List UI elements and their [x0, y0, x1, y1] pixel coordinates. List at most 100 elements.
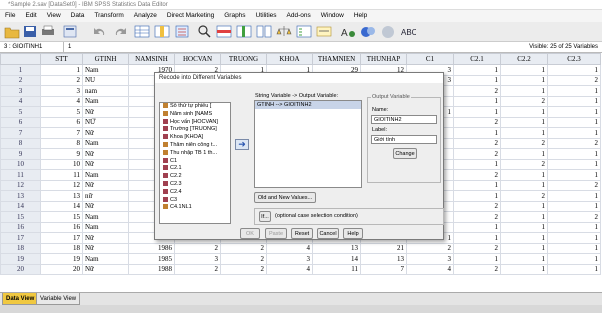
table-cell[interactable]: 1	[547, 158, 601, 170]
table-cell[interactable]: 1	[547, 232, 601, 244]
table-cell[interactable]: 13	[360, 253, 407, 265]
table-cell[interactable]: 1	[500, 253, 548, 265]
table-cell[interactable]: 1986	[128, 242, 175, 254]
mapping-list[interactable]: GTINH --> GIOITINH2	[254, 100, 362, 188]
table-cell[interactable]: 1	[453, 190, 501, 202]
table-cell[interactable]: 1	[500, 242, 548, 254]
table-cell[interactable]: 4	[266, 242, 313, 254]
undo-icon[interactable]	[92, 24, 108, 39]
table-cell[interactable]: 1	[547, 263, 601, 275]
menu-edit[interactable]: Edit	[20, 10, 41, 22]
table-cell[interactable]: 2	[406, 242, 454, 254]
table-cell[interactable]: 1985	[128, 253, 175, 265]
variable-list-item[interactable]: C2.3	[160, 181, 230, 189]
table-cell[interactable]: 4	[406, 263, 454, 275]
table-cell[interactable]: nam	[82, 85, 129, 97]
print-icon[interactable]	[40, 24, 56, 39]
table-cell[interactable]: 2	[500, 95, 548, 107]
table-cell[interactable]: 1	[500, 116, 548, 128]
table-cell[interactable]: NỮ	[82, 116, 129, 128]
table-cell[interactable]: nữ	[82, 190, 129, 202]
variable-list-item[interactable]: C2.1	[160, 165, 230, 173]
table-cell[interactable]: 2	[174, 263, 221, 275]
table-cell[interactable]: Nữ	[82, 232, 129, 244]
table-cell[interactable]: 2	[220, 242, 267, 254]
table-cell[interactable]: 1	[547, 148, 601, 160]
table-cell[interactable]: 2	[547, 74, 601, 86]
open-folder-icon[interactable]	[4, 24, 20, 39]
table-cell[interactable]: 1	[453, 232, 501, 244]
table-cell[interactable]: 1	[500, 85, 548, 97]
table-cell[interactable]: 1	[547, 242, 601, 254]
menu-add-ons[interactable]: Add-ons	[282, 10, 316, 22]
save-icon[interactable]	[22, 24, 38, 39]
table-cell[interactable]: 1	[500, 148, 548, 160]
goto-variable-icon[interactable]	[154, 24, 170, 39]
table-cell[interactable]: Nữ	[82, 158, 129, 170]
table-cell[interactable]: 1	[500, 64, 548, 76]
column-header[interactable]: KHOA	[266, 53, 313, 65]
menu-utilities[interactable]: Utilities	[251, 10, 282, 22]
table-cell[interactable]: 1	[453, 106, 501, 118]
table-cell[interactable]: Nữ	[82, 179, 129, 191]
table-cell[interactable]: 1	[453, 95, 501, 107]
table-cell[interactable]: 2	[453, 200, 501, 212]
variable-list-item[interactable]: C4.1NL1	[160, 204, 230, 212]
table-cell[interactable]: 13	[40, 190, 83, 202]
table-cell[interactable]: 2	[500, 190, 548, 202]
table-cell[interactable]: 2	[500, 158, 548, 170]
menu-transform[interactable]: Transform	[89, 10, 128, 22]
table-cell[interactable]: 1	[500, 232, 548, 244]
table-cell[interactable]: Nữ	[82, 106, 129, 118]
table-cell[interactable]: 6	[40, 116, 83, 128]
variables-icon[interactable]	[174, 24, 190, 39]
spelling-icon[interactable]: ABC	[400, 24, 416, 39]
table-cell[interactable]: 12	[40, 179, 83, 191]
table-cell[interactable]: 11	[312, 263, 361, 275]
row-number[interactable]: 1	[0, 64, 41, 76]
table-cell[interactable]: 15	[40, 211, 83, 223]
table-cell[interactable]: Nam	[82, 64, 129, 76]
dialog-recall-icon[interactable]	[62, 24, 78, 39]
table-cell[interactable]: 19	[40, 253, 83, 265]
table-cell[interactable]: 1	[547, 200, 601, 212]
variable-list-item[interactable]: Năm sinh [NAMS	[160, 111, 230, 119]
table-cell[interactable]: Nam	[82, 137, 129, 149]
table-cell[interactable]: 7	[360, 263, 407, 275]
table-cell[interactable]: 10	[40, 158, 83, 170]
table-cell[interactable]: 1	[453, 253, 501, 265]
table-cell[interactable]: NU	[82, 74, 129, 86]
table-cell[interactable]: 2	[220, 263, 267, 275]
table-cell[interactable]: 11	[40, 169, 83, 181]
table-cell[interactable]: 1	[547, 85, 601, 97]
table-cell[interactable]: 3	[266, 253, 313, 265]
mapping-item[interactable]: GTINH --> GIOITINH2	[255, 101, 361, 109]
table-cell[interactable]: 2	[453, 169, 501, 181]
table-cell[interactable]: 2	[174, 242, 221, 254]
variable-list-item[interactable]: C3	[160, 197, 230, 205]
column-header[interactable]: THUNHAP	[360, 53, 407, 65]
table-cell[interactable]: 1	[547, 127, 601, 139]
column-header[interactable]: C2.3	[547, 53, 601, 65]
row-number[interactable]: 8	[0, 137, 41, 149]
table-cell[interactable]: 14	[40, 200, 83, 212]
table-cell[interactable]: Nữ	[82, 242, 129, 254]
row-number[interactable]: 10	[0, 158, 41, 170]
row-number[interactable]: 18	[0, 242, 41, 254]
table-cell[interactable]: 5	[40, 106, 83, 118]
table-cell[interactable]: 1	[500, 74, 548, 86]
table-cell[interactable]: 1	[500, 179, 548, 191]
table-cell[interactable]: 2	[453, 211, 501, 223]
column-header[interactable]: HOCVAN	[174, 53, 221, 65]
table-cell[interactable]: 1	[500, 200, 548, 212]
table-cell[interactable]: Nữ	[82, 263, 129, 275]
source-variable-list[interactable]: Số thứ tự phiếu [Năm sinh [NAMS Học vấn […	[159, 102, 231, 224]
ok-button[interactable]: OK	[240, 228, 260, 239]
row-number[interactable]: 17	[0, 232, 41, 244]
goto-case-icon[interactable]	[134, 24, 150, 39]
table-cell[interactable]: 2	[453, 242, 501, 254]
move-variable-button[interactable]: ➜	[235, 139, 249, 150]
row-number[interactable]: 20	[0, 263, 41, 275]
menu-view[interactable]: View	[42, 10, 66, 22]
table-cell[interactable]: Nam	[82, 95, 129, 107]
